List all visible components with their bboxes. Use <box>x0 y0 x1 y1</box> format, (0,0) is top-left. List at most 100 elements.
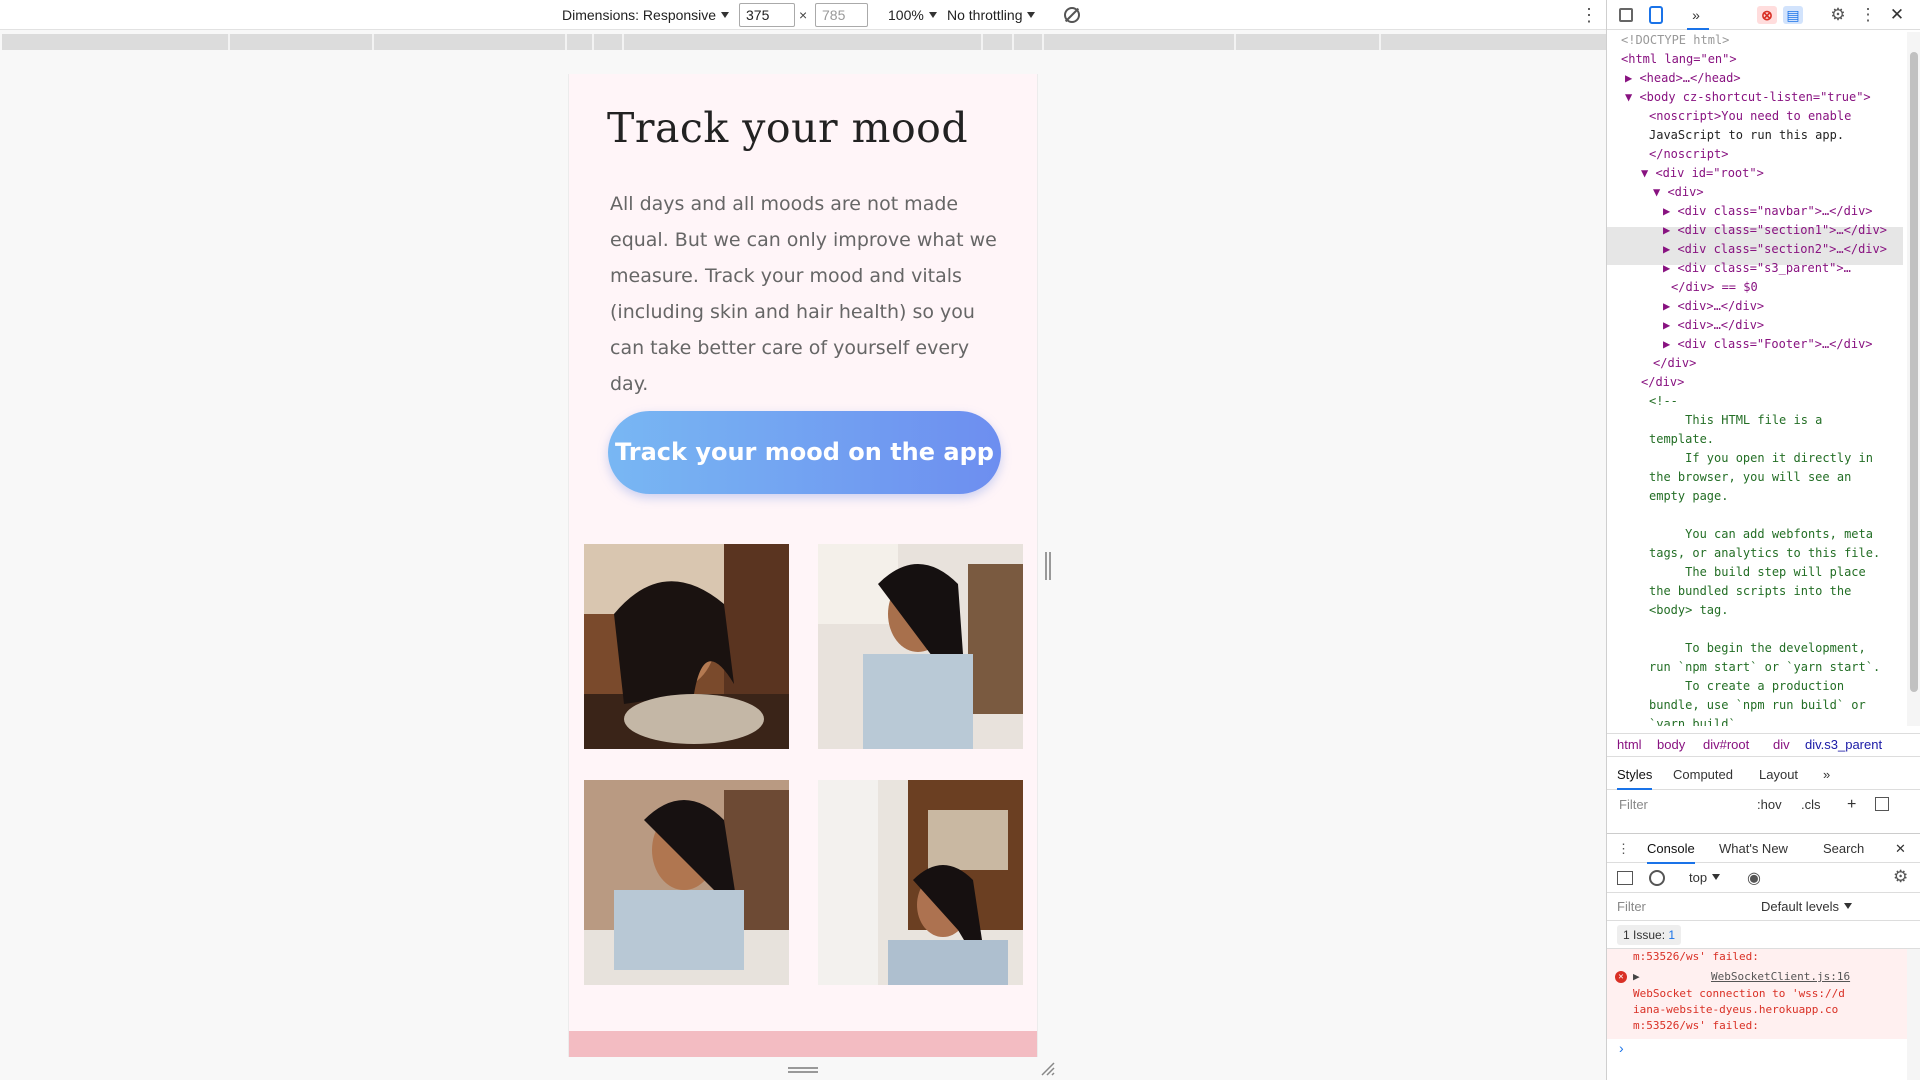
tab-search[interactable]: Search <box>1823 834 1864 864</box>
dom-node-line[interactable]: run `npm start` or `yarn start`. <box>1649 658 1880 677</box>
dom-node-line[interactable]: <html lang="en"> <box>1621 50 1737 69</box>
issues-row: 1 Issue: 1 <box>1607 921 1920 949</box>
dom-node-line[interactable]: This HTML file is a <box>1649 411 1822 430</box>
throttling-dropdown[interactable]: No throttling <box>947 0 1036 30</box>
dom-node-line[interactable]: ▶ <div class="section1">…</div> <box>1663 221 1887 240</box>
console-filter-input[interactable]: Filter <box>1617 899 1646 914</box>
tab-console[interactable]: Console <box>1647 834 1695 864</box>
context-label: top <box>1689 870 1708 885</box>
device-viewport: Dimensions: Responsive 375 × 785 100% No… <box>0 0 1606 1080</box>
dom-node-line[interactable]: ▼ <div> <box>1653 183 1704 202</box>
dom-node-line[interactable]: bundle, use `npm run build` or <box>1649 696 1866 715</box>
dom-node-line[interactable]: You can add webfonts, meta <box>1649 525 1873 544</box>
dom-node-line[interactable]: ▶ <div class="Footer">…</div> <box>1663 335 1873 354</box>
sidebar-toggle-icon[interactable] <box>1617 871 1633 885</box>
more-styles-tabs-icon[interactable]: » <box>1823 760 1830 790</box>
clear-console-icon[interactable] <box>1649 870 1665 886</box>
more-options-icon[interactable]: ⋮ <box>1580 0 1598 30</box>
dom-node-line[interactable]: </div> <box>1653 354 1696 373</box>
more-tabs-icon[interactable]: » <box>1687 6 1705 24</box>
dom-node-line[interactable]: `yarn build`. <box>1649 715 1743 726</box>
resize-handle-bottom[interactable] <box>788 1067 818 1073</box>
browser-window: Dimensions: Responsive 375 × 785 100% No… <box>0 0 1920 1080</box>
dom-node-line[interactable]: ▼ <div id="root"> <box>1641 164 1764 183</box>
mobile-page: Track your mood All days and all moods a… <box>568 74 1038 1057</box>
sidebar-toggle-icon[interactable] <box>1875 797 1889 811</box>
page-title: Track your mood <box>607 104 969 152</box>
dom-node-line[interactable]: ▼ <body cz-shortcut-listen="true"> <box>1625 88 1871 107</box>
dom-node-line[interactable]: tags, or analytics to this file. <box>1649 544 1880 563</box>
track-mood-button[interactable]: Track your mood on the app <box>608 411 1001 494</box>
dimensions-dropdown[interactable]: Dimensions: Responsive <box>562 0 730 30</box>
rotate-icon[interactable] <box>1064 7 1080 23</box>
message-count-icon[interactable]: ▤ <box>1783 6 1803 24</box>
dom-node-line[interactable]: ▶ <div class="section2">…</div> <box>1663 240 1887 259</box>
console-prompt[interactable]: › <box>1619 1040 1624 1056</box>
dom-node-line[interactable]: the bundled scripts into the <box>1649 582 1851 601</box>
ruler-divider <box>228 34 230 50</box>
log-source-link[interactable]: WebSocketClient.js:16 <box>1711 969 1850 985</box>
close-icon[interactable]: ✕ <box>1888 6 1906 24</box>
dom-node-line[interactable]: <!DOCTYPE html> <box>1621 32 1729 50</box>
media-query-ruler[interactable] <box>2 34 1606 50</box>
height-input[interactable]: 785 <box>815 3 868 27</box>
dom-node-line[interactable]: To create a production <box>1649 677 1844 696</box>
dom-node-line[interactable]: ▶ <div class="navbar">…</div> <box>1663 202 1873 221</box>
photo-gallery <box>584 544 1024 994</box>
dom-node-line[interactable]: The build step will place <box>1649 563 1866 582</box>
dom-node-line[interactable]: </noscript> <box>1649 145 1728 164</box>
tab-layout[interactable]: Layout <box>1759 760 1798 790</box>
cls-toggle[interactable]: .cls <box>1801 792 1821 818</box>
dom-node-line[interactable]: <noscript>You need to enable <box>1649 107 1851 126</box>
levels-dropdown[interactable]: Default levels <box>1761 899 1853 914</box>
new-rule-icon[interactable]: + <box>1847 792 1856 818</box>
dom-node-line[interactable]: template. <box>1649 430 1714 449</box>
kebab-menu-icon[interactable]: ⋮ <box>1859 6 1877 24</box>
dom-node-line[interactable]: the browser, you will see an <box>1649 468 1851 487</box>
dom-node-line[interactable]: ▶ <head>…</head> <box>1625 69 1741 88</box>
dom-node-line[interactable]: empty page. <box>1649 487 1728 506</box>
dom-node-line[interactable]: ▶ <div>…</div> <box>1663 297 1764 316</box>
breadcrumb-root[interactable]: div#root <box>1703 734 1749 756</box>
dom-node-line[interactable]: <!-- <box>1649 392 1678 411</box>
device-toolbar: Dimensions: Responsive 375 × 785 100% No… <box>0 0 1606 30</box>
hov-toggle[interactable]: :hov <box>1757 792 1782 818</box>
drawer-menu-icon[interactable]: ⋮ <box>1617 834 1630 864</box>
dom-node-line[interactable]: JavaScript to run this app. <box>1649 126 1844 145</box>
breadcrumb-body[interactable]: body <box>1657 734 1685 756</box>
log-text: WebSocket connection to 'wss://d <box>1633 987 1845 1000</box>
dom-node-line[interactable]: </div> <box>1641 373 1684 392</box>
expand-arrow-icon[interactable]: ▶ <box>1633 969 1640 985</box>
console-scrollbar[interactable] <box>1907 949 1920 1080</box>
eye-icon[interactable]: ◉ <box>1747 868 1761 888</box>
caret-down-icon <box>1027 12 1036 18</box>
tab-styles[interactable]: Styles <box>1617 760 1653 790</box>
dom-node-line[interactable]: ▶ <div>…</div> <box>1663 316 1764 335</box>
context-dropdown[interactable]: top <box>1689 870 1721 885</box>
error-count-icon[interactable]: ⊗ <box>1757 6 1777 24</box>
dom-node-line[interactable]: </div> == $0 <box>1671 278 1758 297</box>
tab-computed[interactable]: Computed <box>1673 760 1733 790</box>
console-settings-icon[interactable]: ⚙ <box>1893 867 1908 887</box>
resize-corner-icon[interactable] <box>1040 1061 1056 1077</box>
inspect-element-icon[interactable] <box>1619 8 1633 22</box>
tab-whats-new[interactable]: What's New <box>1719 834 1788 864</box>
breadcrumb-html[interactable]: html <box>1617 734 1642 756</box>
gear-icon[interactable]: ⚙ <box>1829 6 1847 24</box>
breadcrumb-s3-parent[interactable]: div.s3_parent <box>1805 734 1882 756</box>
styles-filter-input[interactable]: Filter <box>1615 794 1745 816</box>
close-drawer-icon[interactable]: ✕ <box>1895 834 1906 864</box>
device-toggle-icon[interactable] <box>1649 6 1663 24</box>
dom-node-line[interactable]: To begin the development, <box>1649 639 1866 658</box>
elements-scroll-thumb[interactable] <box>1910 52 1918 692</box>
zoom-dropdown[interactable]: 100% <box>888 0 937 30</box>
elements-tree[interactable]: <!DOCTYPE html> <html lang="en"> ▶ <head>…… <box>1607 32 1907 726</box>
dom-node-line[interactable]: <body> tag. <box>1649 601 1728 620</box>
issues-badge[interactable]: 1 Issue: 1 <box>1617 925 1682 945</box>
breadcrumb-div[interactable]: div <box>1773 734 1790 756</box>
issues-count: 1 <box>1668 928 1676 942</box>
dom-node-line[interactable]: ▶ <div class="s3_parent">… <box>1663 259 1851 278</box>
resize-handle-right[interactable] <box>1045 552 1051 580</box>
dom-node-line[interactable]: If you open it directly in <box>1649 449 1873 468</box>
width-input[interactable]: 375 <box>739 3 795 27</box>
